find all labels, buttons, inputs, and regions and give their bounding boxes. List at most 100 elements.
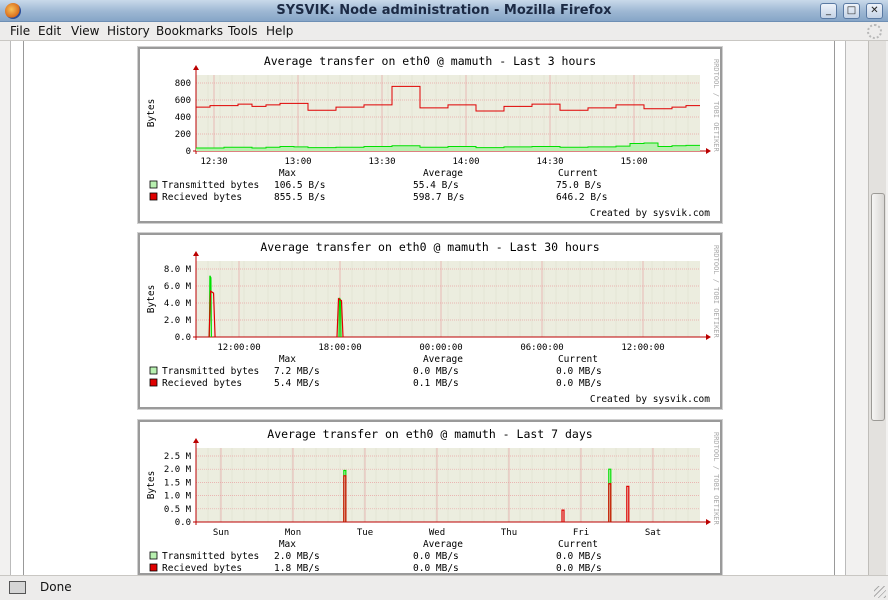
legend-max-value: 5.4 MB/s [274,378,320,389]
x-axis-arrow [706,148,711,154]
graph-title: Average transfer on eth0 @ mamuth - Last… [260,240,599,254]
x-tick-label: 12:30 [200,157,227,167]
received-swatch [149,192,158,201]
legend-row-label: Recieved bytes [162,192,242,203]
page-right-border [834,41,835,575]
y-tick-label: 200 [175,130,191,140]
menu-history[interactable]: History [107,24,150,38]
x-tick-label: Fri [573,528,589,538]
y-tick-label: 2.5 M [164,452,192,462]
y-axis-arrow [193,438,199,443]
graph-title: Average transfer on eth0 @ mamuth - Last… [264,54,596,68]
menu-bookmarks[interactable]: Bookmarks [156,24,223,38]
y-axis-arrow [193,251,199,256]
minimize-button[interactable]: _ [820,3,837,19]
x-tick-label: Sun [213,528,229,538]
x-tick-label: Wed [429,528,445,538]
x-tick-label: 13:00 [284,157,311,167]
menu-help[interactable]: Help [266,24,293,38]
legend-row-label: Transmitted bytes [162,180,259,191]
received-swatch [149,563,158,572]
graph-svg: Average transfer on eth0 @ mamuth - Last… [146,427,720,573]
menu-edit[interactable]: Edit [38,24,61,38]
transmitted-swatch [149,180,158,189]
x-axis-arrow [706,334,711,340]
transmitted-swatch [149,366,158,375]
window-titlebar: SYSVIK: Node administration - Mozilla Fi… [0,0,888,22]
graph-panel: Average transfer on eth0 @ mamuth - Last… [137,46,723,224]
x-tick-label: Mon [285,528,301,538]
status-icon [9,581,26,594]
legend-average-value: 0.0 MB/s [413,366,459,377]
page-left-border [23,41,24,575]
y-tick-label: 0.5 M [164,505,192,515]
menubar: File Edit View History Bookmarks Tools H… [0,22,888,41]
y-tick-label: 4.0 M [164,299,192,309]
close-button[interactable]: ✕ [866,3,883,19]
received-swatch [149,378,158,387]
legend-average-value: 598.7 B/s [413,192,464,203]
graph-panel: Average transfer on eth0 @ mamuth - Last… [137,232,723,410]
y-tick-label: 6.0 M [164,282,192,292]
legend-current-value: 0.0 MB/s [556,551,602,562]
x-axis-arrow [706,519,711,525]
y-tick-label: 600 [175,96,191,106]
window-title: SYSVIK: Node administration - Mozilla Fi… [276,3,612,18]
rrdtool-credit: RRDTOOL / TOBI OETIKER [712,245,720,339]
maximize-button[interactable]: □ [843,3,860,19]
legend-max-value: 106.5 B/s [274,180,325,191]
y-axis-label: Bytes [146,285,157,314]
legend-current-value: 75.0 B/s [556,180,602,191]
legend-header-average: Average [423,354,463,365]
legend-max-value: 7.2 MB/s [274,366,320,377]
y-axis-label: Bytes [146,471,157,500]
status-bar: Done [0,575,888,600]
legend-header-max: Max [279,539,296,550]
y-tick-label: 0.0 [175,333,191,343]
x-tick-label: 12:00:00 [621,343,664,353]
legend-average-value: 0.0 MB/s [413,563,459,573]
legend-max-value: 1.8 MB/s [274,563,320,573]
y-tick-label: 0 [186,147,191,157]
legend-current-value: 646.2 B/s [556,192,607,203]
vertical-scrollbar[interactable] [868,41,886,575]
x-tick-label: Thu [501,528,517,538]
menu-file[interactable]: File [10,24,30,38]
graph-title: Average transfer on eth0 @ mamuth - Last… [267,427,592,441]
x-tick-label: Sat [645,528,661,538]
legend-row-label: Recieved bytes [162,378,242,389]
graph-svg: Average transfer on eth0 @ mamuth - Last… [146,240,720,405]
resize-grip[interactable] [874,586,886,598]
x-tick-label: Tue [357,528,373,538]
menu-view[interactable]: View [71,24,99,38]
legend-average-value: 0.1 MB/s [413,378,459,389]
x-tick-label: 12:00:00 [217,343,260,353]
rrdtool-credit: RRDTOOL / TOBI OETIKER [712,432,720,526]
scrollbar-thumb[interactable] [871,193,885,421]
legend-average-value: 55.4 B/s [413,180,459,191]
x-tick-label: 14:30 [536,157,563,167]
y-tick-label: 8.0 M [164,265,192,275]
y-axis-arrow [193,65,199,70]
x-tick-label: 15:00 [620,157,647,167]
menu-tools[interactable]: Tools [228,24,258,38]
legend-current-value: 0.0 MB/s [556,366,602,377]
graph-panel: Average transfer on eth0 @ mamuth - Last… [137,419,723,576]
legend-header-max: Max [279,354,296,365]
y-tick-label: 800 [175,79,191,89]
y-tick-label: 2.0 M [164,465,192,475]
legend-row-label: Recieved bytes [162,563,242,573]
x-tick-label: 18:00:00 [318,343,361,353]
legend-header-current: Current [558,539,598,550]
x-tick-label: 06:00:00 [520,343,563,353]
transmitted-swatch [149,551,158,560]
legend-header-current: Current [558,354,598,365]
legend-header-current: Current [558,168,598,179]
y-tick-label: 2.0 M [164,316,192,326]
y-tick-label: 1.0 M [164,492,192,502]
x-tick-label: 00:00:00 [419,343,462,353]
legend-max-value: 855.5 B/s [274,192,325,203]
graph-svg: Average transfer on eth0 @ mamuth - Last… [146,54,720,219]
legend-header-average: Average [423,168,463,179]
legend-current-value: 0.0 MB/s [556,563,602,573]
